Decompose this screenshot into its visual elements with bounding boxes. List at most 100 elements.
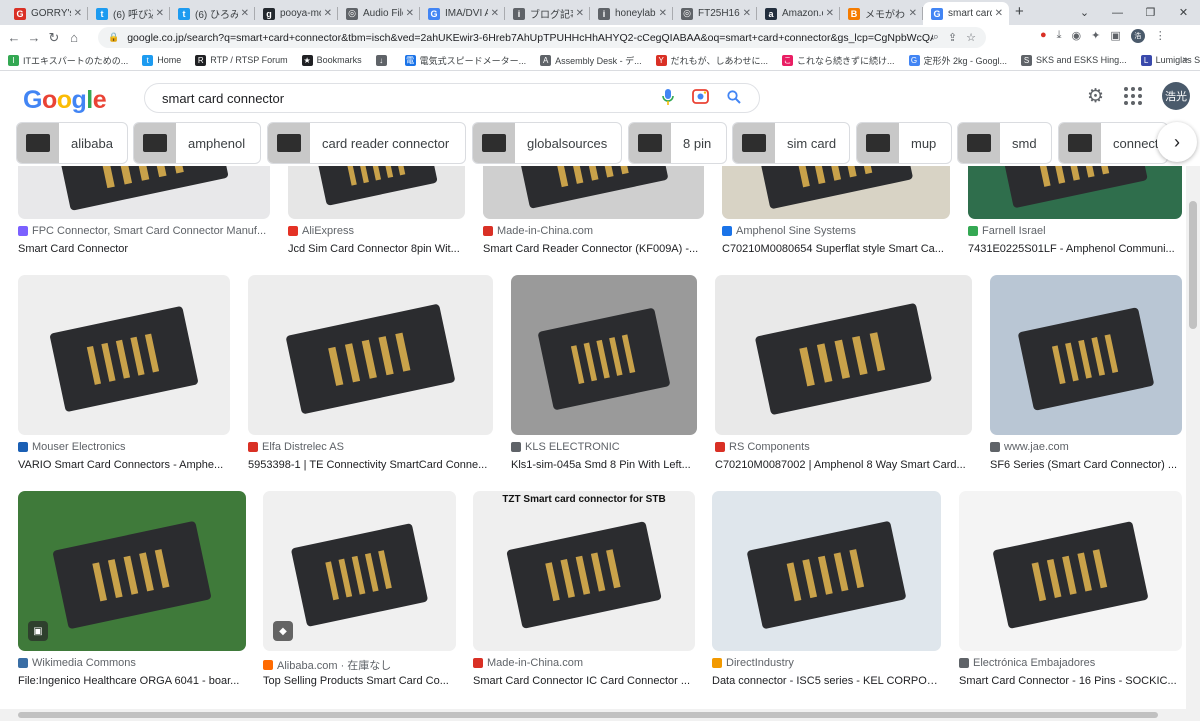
tab-close-icon[interactable]: ✕: [74, 8, 82, 19]
image-result-card[interactable]: Made-in-China.com Smart Card Reader Conne…: [483, 166, 704, 271]
tab-close-icon[interactable]: ✕: [826, 8, 834, 19]
image-result-card[interactable]: ◆ Alibaba.com · 在庫なし Top Selling Products …: [263, 491, 456, 703]
related-chip[interactable]: smd: [957, 122, 1052, 164]
address-bar[interactable]: 🔒 google.co.jp/search?q=smart+card+conne…: [98, 27, 986, 48]
google-logo[interactable]: Google: [23, 86, 107, 115]
result-title[interactable]: 7431E0225S01LF - Amphenol Communi...: [968, 243, 1182, 255]
tab-close-icon[interactable]: ✕: [909, 8, 917, 19]
result-title[interactable]: Smart Card Reader Connector (KF009A) -..…: [483, 243, 704, 255]
result-title[interactable]: Jcd Sim Card Connector 8pin Wit...: [288, 243, 465, 255]
browser-tab[interactable]: i ブログ記事✕: [505, 2, 590, 25]
bookmark-item[interactable]: ↓: [375, 54, 391, 66]
bookmark-star-icon[interactable]: ☆: [966, 31, 976, 44]
related-chip[interactable]: mup: [856, 122, 952, 164]
result-source[interactable]: DirectIndustry: [712, 657, 941, 669]
new-tab-button[interactable]: +: [1015, 3, 1024, 20]
result-thumbnail[interactable]: [288, 166, 465, 219]
result-source[interactable]: RS Components: [715, 441, 972, 453]
lens-search-icon[interactable]: [692, 89, 709, 107]
result-title[interactable]: SF6 Series (Smart Card Connector) ...: [990, 459, 1182, 471]
image-result-card[interactable]: Elfa Distrelec AS 5953398-1 | TE Connecti…: [248, 275, 493, 487]
result-source[interactable]: Farnell Israel: [968, 225, 1182, 237]
image-result-card[interactable]: ▣ Wikimedia Commons File:Ingenico Healthca…: [18, 491, 246, 703]
browser-tab[interactable]: a Amazon.c ✕: [757, 2, 840, 25]
result-source[interactable]: Elfa Distrelec AS: [248, 441, 493, 453]
image-result-card[interactable]: KLS ELECTRONIC Kls1-sim-045a Smd 8 Pin Wi…: [511, 275, 697, 487]
result-title[interactable]: Data connector - ISC5 series - KEL CORPO…: [712, 675, 941, 687]
result-title[interactable]: VARIO Smart Card Connectors - Amphe...: [18, 459, 230, 471]
browser-tab[interactable]: G GORRY's ✕: [6, 2, 88, 25]
related-chip[interactable]: alibaba: [16, 122, 128, 164]
search-box[interactable]: smart card connector: [144, 83, 760, 113]
browser-tab[interactable]: G IMA/DVI A ✕: [420, 2, 505, 25]
browser-tab[interactable]: t (6) 呼び込✕: [88, 2, 170, 25]
browser-tab[interactable]: g pooya-mo ✕: [255, 2, 338, 25]
result-source[interactable]: Made-in-China.com: [483, 225, 704, 237]
close-window-button[interactable]: ✕: [1167, 0, 1200, 25]
minimize-button[interactable]: —: [1101, 0, 1134, 25]
result-thumbnail[interactable]: [990, 275, 1182, 435]
result-source[interactable]: Amphenol Sine Systems: [722, 225, 950, 237]
result-thumbnail[interactable]: ◆: [263, 491, 456, 651]
search-submit-icon[interactable]: [727, 89, 741, 107]
result-source[interactable]: KLS ELECTRONIC: [511, 441, 697, 453]
result-source[interactable]: www.jae.com: [990, 441, 1182, 453]
back-button[interactable]: ←: [4, 30, 24, 45]
google-apps-icon[interactable]: [1124, 87, 1142, 105]
browser-tab[interactable]: B メモがわりに✕: [840, 2, 923, 25]
result-thumbnail[interactable]: [511, 275, 697, 435]
result-thumbnail[interactable]: [712, 491, 941, 651]
side-panel-icon[interactable]: ▣: [1110, 29, 1120, 43]
result-source[interactable]: FPC Connector, Smart Card Connector Manu…: [18, 225, 270, 237]
result-title[interactable]: C70210M0080654 Superflat style Smart Ca.…: [722, 243, 950, 255]
search-lens-icon[interactable]: ⌕: [933, 31, 939, 44]
result-title[interactable]: File:Ingenico Healthcare ORGA 6041 - boa…: [18, 675, 246, 687]
bookmark-item[interactable]: Y だれもが、しあわせに...: [655, 54, 768, 67]
tab-close-icon[interactable]: ✕: [406, 8, 414, 19]
result-thumbnail[interactable]: TZT Smart card connector for STB: [473, 491, 695, 651]
settings-gear-icon[interactable]: ⚙: [1087, 85, 1104, 108]
tab-close-icon[interactable]: ✕: [743, 8, 751, 19]
result-thumbnail[interactable]: [968, 166, 1182, 219]
bookmark-item[interactable]: 電電気式スピードメーター...: [404, 54, 526, 67]
tab-close-icon[interactable]: ✕: [995, 8, 1003, 19]
tab-close-icon[interactable]: ✕: [491, 8, 499, 19]
lock-icon[interactable]: 🔒: [108, 32, 119, 43]
result-thumbnail[interactable]: [18, 166, 270, 219]
result-source[interactable]: Mouser Electronics: [18, 441, 230, 453]
image-result-card[interactable]: FPC Connector, Smart Card Connector Manu…: [18, 166, 270, 271]
tab-search-icon[interactable]: ⌄: [1068, 0, 1101, 25]
result-source[interactable]: AliExpress: [288, 225, 465, 237]
tab-close-icon[interactable]: ✕: [659, 8, 667, 19]
result-source[interactable]: Alibaba.com · 在庫なし: [263, 657, 456, 673]
image-result-card[interactable]: DirectIndustry Data connector - ISC5 seri…: [712, 491, 941, 703]
extensions-puzzle-icon[interactable]: ✦: [1091, 29, 1100, 43]
result-source[interactable]: Electrónica Embajadores: [959, 657, 1182, 669]
image-result-card[interactable]: www.jae.com SF6 Series (Smart Card Connec…: [990, 275, 1182, 487]
image-result-card[interactable]: AliExpress Jcd Sim Card Connector 8pin Wi…: [288, 166, 465, 271]
browser-tab[interactable]: ◎ Audio File✕: [338, 2, 420, 25]
download-icon[interactable]: ⤓: [1057, 29, 1062, 43]
image-result-card[interactable]: RS Components C70210M0087002 | Amphenol 8…: [715, 275, 972, 487]
forward-button[interactable]: →: [24, 30, 44, 45]
result-source[interactable]: Wikimedia Commons: [18, 657, 246, 669]
home-button[interactable]: ⌂: [64, 30, 84, 45]
image-result-card[interactable]: Electrónica Embajadores Smart Card Connec…: [959, 491, 1182, 703]
extension-red-icon[interactable]: ●: [1040, 29, 1047, 43]
result-thumbnail[interactable]: [18, 275, 230, 435]
related-chip[interactable]: card reader connector: [267, 122, 466, 164]
image-result-card[interactable]: TZT Smart card connector for STB Made-in-…: [473, 491, 695, 703]
maximize-button[interactable]: ❐: [1134, 0, 1167, 25]
bookmark-item[interactable]: S SKS and ESKS Hing...: [1021, 54, 1127, 66]
tab-close-icon[interactable]: ✕: [576, 8, 584, 19]
bookmark-item[interactable]: I ITエキスパートのための...: [8, 54, 128, 67]
voice-search-icon[interactable]: [662, 88, 674, 108]
related-chip[interactable]: sim card: [732, 122, 850, 164]
result-title[interactable]: 5953398-1 | TE Connectivity SmartCard Co…: [248, 459, 493, 471]
bookmarks-overflow-icon[interactable]: »: [1182, 54, 1188, 65]
menu-kebab-icon[interactable]: ⋮: [1155, 29, 1166, 43]
result-thumbnail[interactable]: [722, 166, 950, 219]
result-thumbnail[interactable]: [715, 275, 972, 435]
result-title[interactable]: C70210M0087002 | Amphenol 8 Way Smart Ca…: [715, 459, 972, 471]
image-result-card[interactable]: Mouser Electronics VARIO Smart Card Conne…: [18, 275, 230, 487]
